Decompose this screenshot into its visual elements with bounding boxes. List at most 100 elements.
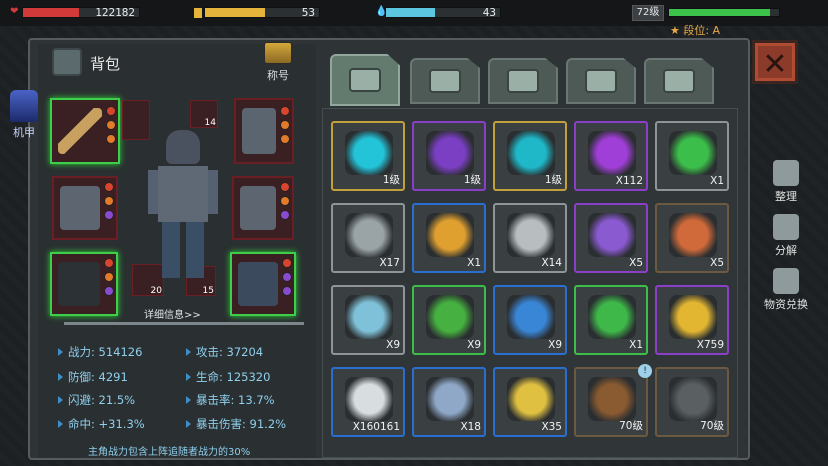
title-badge-icon — [264, 42, 292, 64]
helmet-head — [166, 130, 200, 164]
power-note: 主角战力包含上阵追随者战力的30% — [88, 447, 251, 458]
heart-icon: ❤ — [10, 6, 19, 17]
close-icon: ✕ — [762, 47, 788, 82]
sort-button[interactable]: 整理 — [756, 160, 816, 204]
item-count: 70级 — [700, 420, 724, 432]
stat-value: 91.2% — [249, 417, 287, 431]
weapon-slot[interactable] — [50, 98, 120, 164]
weapon-mod-slot[interactable] — [122, 100, 150, 140]
inventory-item[interactable]: X1 — [412, 203, 486, 273]
tab-backpack[interactable] — [330, 54, 400, 106]
gem-icon — [106, 120, 116, 130]
inventory-item[interactable]: X5 — [655, 203, 729, 273]
divider — [64, 322, 304, 325]
bullet-icon — [58, 396, 63, 404]
stat-hp: 生命: 125320 — [186, 369, 270, 385]
inventory-item[interactable]: X5 — [574, 203, 648, 273]
item-count: X14 — [541, 257, 562, 269]
stat-value: 125320 — [226, 370, 271, 384]
inventory-item[interactable]: X14 — [493, 203, 567, 273]
item-icon — [426, 295, 474, 339]
gem-icon — [282, 272, 292, 282]
tab-materials[interactable] — [488, 58, 558, 104]
inventory-item[interactable]: 1级 — [331, 121, 405, 191]
mecha-label: 机甲 — [13, 126, 35, 139]
bullet-icon — [186, 396, 191, 404]
shoes-slot[interactable] — [50, 252, 118, 316]
inventory-item[interactable]: 1级 — [493, 121, 567, 191]
inventory-item[interactable]: 1级 — [412, 121, 486, 191]
item-count: 1级 — [382, 174, 400, 186]
close-button[interactable]: ✕ — [752, 40, 798, 84]
dismantle-button[interactable]: 分解 — [756, 214, 816, 258]
inventory-item[interactable]: X1 — [574, 285, 648, 355]
mecha-icon — [10, 90, 38, 122]
tab-medkit[interactable] — [410, 58, 480, 104]
gun-icon — [585, 69, 617, 93]
tab-weapons[interactable] — [566, 58, 636, 104]
inventory-item[interactable]: X160161 — [331, 367, 405, 437]
item-icon — [345, 377, 393, 421]
item-icon — [588, 377, 636, 421]
wing-material-icon — [507, 69, 539, 93]
stat-dodge: 闪避: 21.5% — [58, 392, 135, 408]
pants-slot[interactable] — [230, 252, 296, 316]
item-count: 70级 — [619, 420, 643, 432]
item-count: X759 — [696, 339, 724, 351]
armor-vest-icon — [60, 186, 100, 230]
item-count: X1 — [629, 339, 643, 351]
hp-bar: 122182 — [22, 6, 140, 19]
gem-icon — [280, 120, 290, 130]
energy-value: 53 — [301, 6, 315, 19]
gem-icon — [280, 196, 290, 206]
accessory-slot[interactable]: 14 — [190, 100, 218, 128]
item-icon — [588, 131, 636, 175]
stat-label: 攻击: — [196, 345, 223, 359]
inventory-item[interactable]: X112 — [574, 121, 648, 191]
gem-icon — [280, 134, 290, 144]
gem-icon — [104, 210, 114, 220]
grid-sort-icon — [773, 160, 799, 186]
inventory-item[interactable]: X17 — [331, 203, 405, 273]
item-count: X9 — [467, 339, 481, 351]
stat-label: 战力: — [68, 345, 95, 359]
inventory-item[interactable]: X1 — [655, 121, 729, 191]
mecha-button[interactable]: 机甲 — [6, 90, 42, 140]
bullet-icon — [186, 373, 191, 381]
armor-slot[interactable] — [52, 176, 118, 240]
jeans-icon — [238, 262, 278, 306]
inventory-item[interactable]: X9 — [412, 285, 486, 355]
title-button[interactable]: 称号 — [258, 42, 298, 82]
backpack-icon — [52, 48, 82, 76]
inventory-item[interactable]: 70级 — [655, 367, 729, 437]
item-count: X5 — [629, 257, 643, 269]
inventory-item[interactable]: X18 — [412, 367, 486, 437]
item-icon — [669, 377, 717, 421]
inventory-item[interactable]: X759 — [655, 285, 729, 355]
left-arm — [148, 170, 158, 214]
gem-icon — [104, 272, 114, 282]
item-icon — [426, 131, 474, 175]
rank-label: ★ 段位: A — [670, 24, 721, 37]
inventory-item[interactable]: X35 — [493, 367, 567, 437]
item-count: X160161 — [352, 421, 400, 433]
gem-icon — [280, 182, 290, 192]
stat-defense: 防御: 4291 — [58, 369, 128, 385]
detail-info-link[interactable]: 详细信息>> — [144, 306, 201, 321]
item-icon — [669, 213, 717, 257]
stat-label: 生命: — [196, 370, 223, 384]
water-bar: 43 — [385, 6, 501, 19]
stat-value: 13.7% — [238, 393, 275, 407]
stat-crit-rate: 暴击率: 13.7% — [186, 392, 275, 408]
inventory-item[interactable]: X9 — [493, 285, 567, 355]
chest-slot[interactable] — [232, 176, 294, 240]
exchange-button[interactable]: 物资兑换 — [756, 268, 816, 312]
gem-icon — [282, 258, 292, 268]
stat-label: 暴击率: — [196, 393, 235, 407]
helmet-slot[interactable] — [234, 98, 294, 164]
tab-parts[interactable] — [644, 58, 714, 104]
inventory-item[interactable]: 70级 — [574, 367, 648, 437]
stat-label: 闪避: — [68, 393, 95, 407]
inventory-item[interactable]: X9 — [331, 285, 405, 355]
item-icon — [345, 295, 393, 339]
